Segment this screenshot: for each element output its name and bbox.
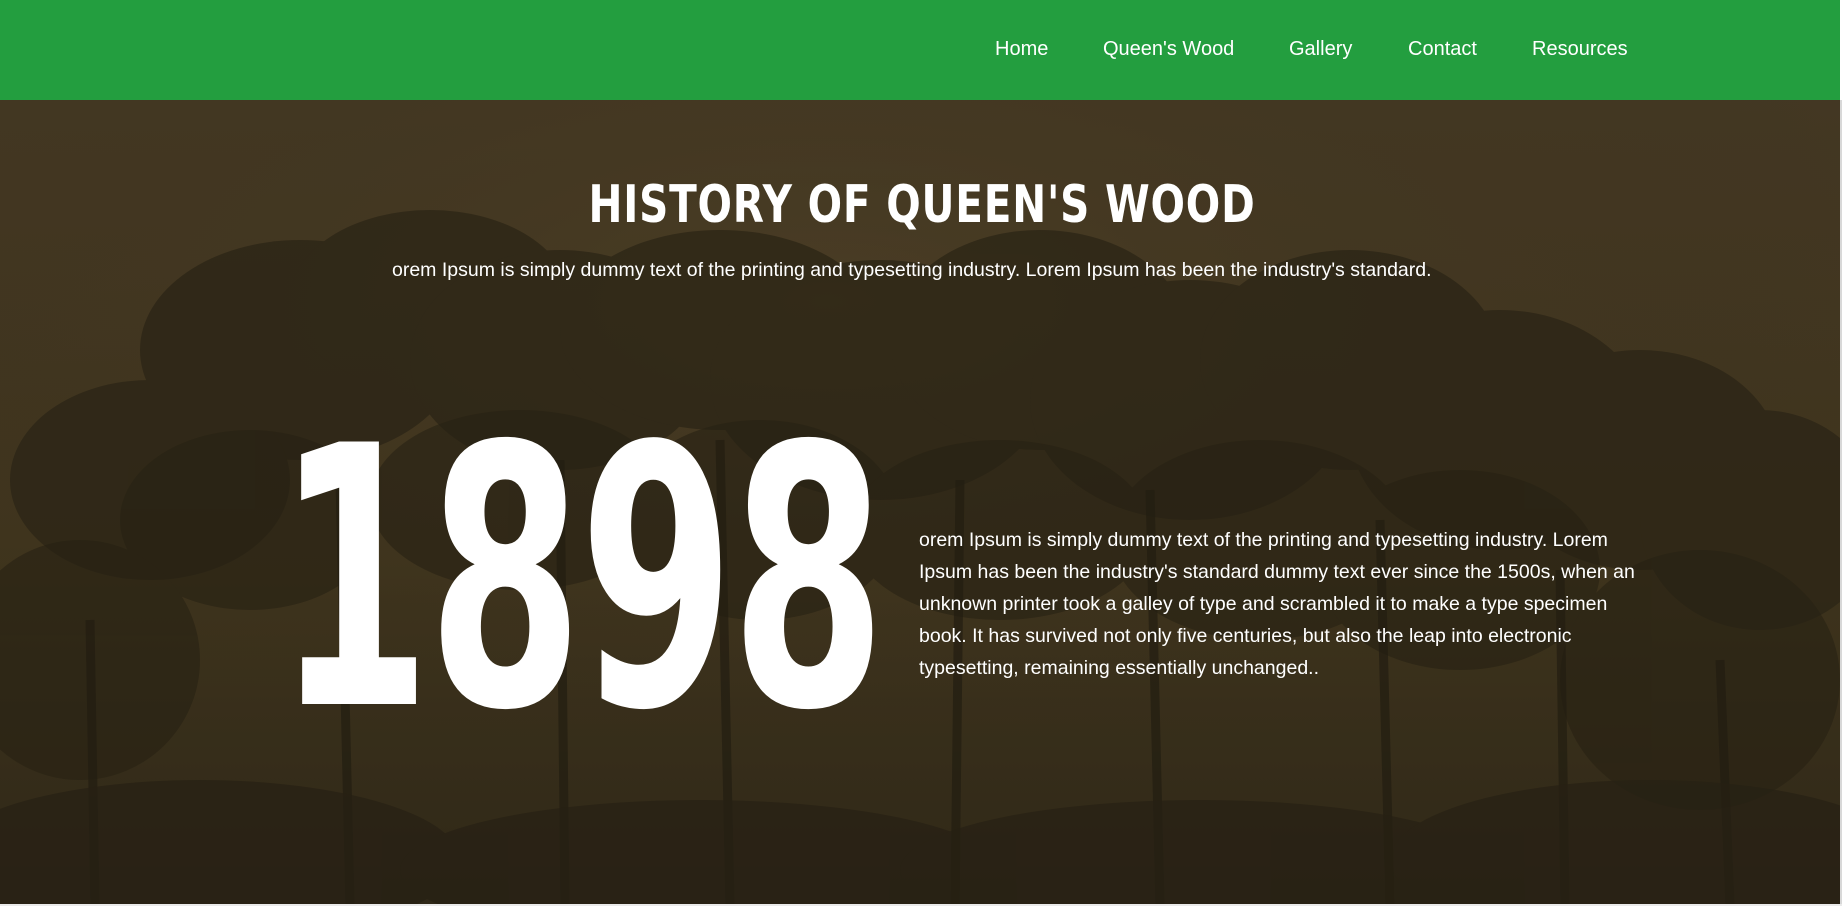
nav-link-gallery[interactable]: Gallery bbox=[1289, 37, 1352, 61]
page-subtitle: orem Ipsum is simply dummy text of the p… bbox=[392, 259, 1432, 281]
page: Home Queen's Wood Gallery Contact Resour… bbox=[0, 0, 1840, 906]
title-container: HISTORY OF QUEEN'S WOOD bbox=[262, 100, 1582, 260]
nav-link-home[interactable]: Home bbox=[995, 37, 1048, 61]
page-title: HISTORY OF QUEEN'S WOOD bbox=[588, 175, 1256, 235]
hero-section: HISTORY OF QUEEN'S WOOD orem Ipsum is si… bbox=[0, 100, 1840, 906]
top-navigation-bar: Home Queen's Wood Gallery Contact Resour… bbox=[0, 0, 1840, 100]
history-paragraph: orem Ipsum is simply dummy text of the p… bbox=[919, 529, 1635, 679]
nav-link-queens-wood[interactable]: Queen's Wood bbox=[1103, 37, 1234, 61]
nav-link-contact[interactable]: Contact bbox=[1408, 37, 1477, 61]
nav-link-resources[interactable]: Resources bbox=[1532, 37, 1628, 61]
year-heading: 1898 bbox=[276, 370, 886, 789]
